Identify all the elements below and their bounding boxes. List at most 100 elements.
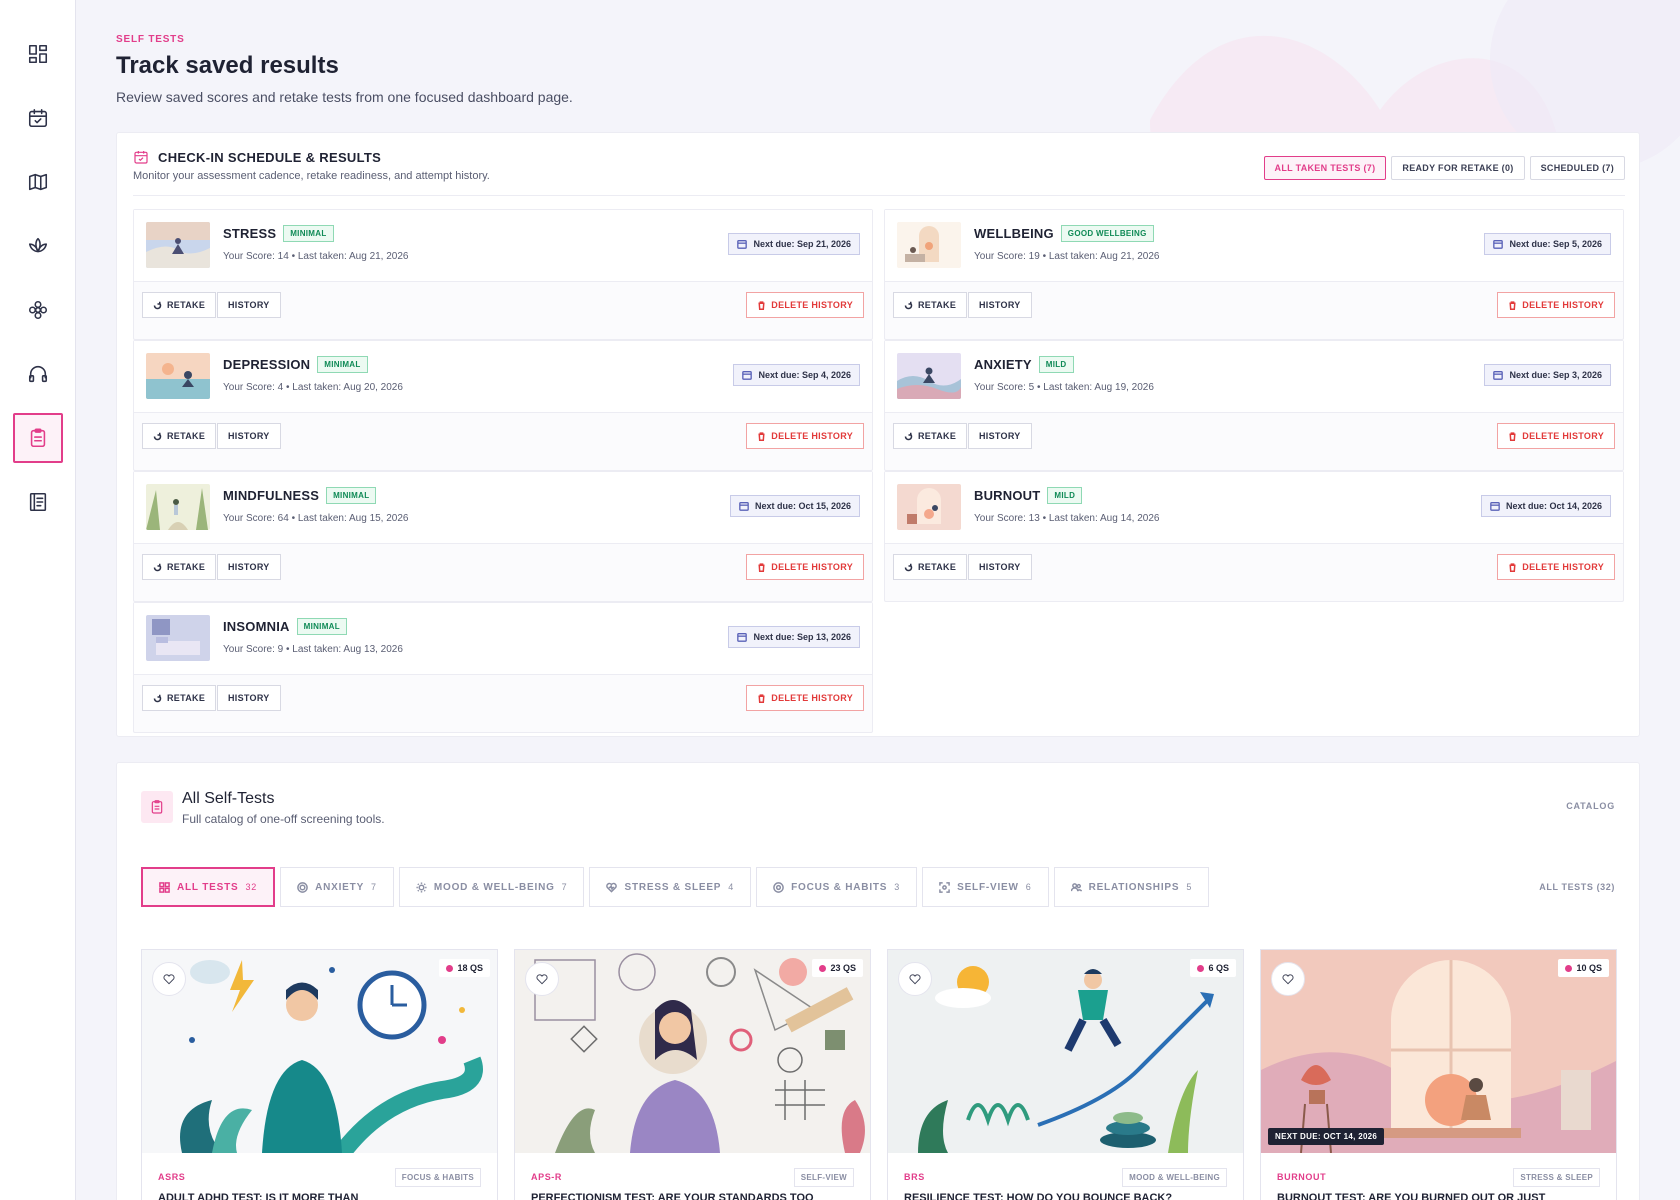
test-tile-asrs[interactable]: 18 QS ASRS FOCUS & HABITS ADULT ADHD TES…: [141, 949, 498, 1200]
nav-journal[interactable]: [13, 477, 63, 527]
headphones-icon: [28, 365, 48, 383]
filter-ready-retake[interactable]: READY FOR RETAKE (0): [1391, 156, 1525, 180]
trash-icon: [758, 300, 765, 310]
tab-count: 4: [728, 882, 735, 892]
tab-count: 6: [1025, 882, 1032, 892]
question-count-text: 23 QS: [830, 963, 856, 973]
calendar-check-icon: [134, 151, 148, 164]
history-label: HISTORY: [228, 693, 270, 703]
delete-history-button[interactable]: DELETE HISTORY: [1497, 554, 1615, 580]
test-title: RESILIENCE TEST: HOW DO YOU BOUNCE BACK?: [904, 1192, 1173, 1200]
filter-all-taken[interactable]: ALL TAKEN TESTS (7): [1263, 156, 1387, 180]
test-meta: Your Score: 5 • Last taken: Aug 19, 2026: [974, 382, 1154, 393]
retake-label: RETAKE: [167, 431, 206, 441]
delete-history-button[interactable]: DELETE HISTORY: [746, 554, 864, 580]
test-abbr: APS-R: [531, 1172, 563, 1182]
next-due-chip: Next due: Sep 4, 2026: [733, 364, 860, 386]
history-button[interactable]: HISTORY: [968, 292, 1032, 318]
history-button[interactable]: HISTORY: [217, 554, 281, 580]
grid-icon: [159, 881, 170, 893]
test-name: INSOMNIA: [223, 619, 290, 634]
map-icon: [28, 173, 48, 191]
stress-thumbnail: [146, 222, 210, 268]
tab-self-view[interactable]: SELF-VIEW 6: [922, 867, 1049, 907]
tab-focus-habits[interactable]: FOCUS & HABITS 3: [756, 867, 918, 907]
delete-label: DELETE HISTORY: [771, 562, 853, 572]
people-icon: [1070, 882, 1082, 892]
retake-button[interactable]: RETAKE: [893, 292, 968, 318]
tab-mood-well-being[interactable]: MOOD & WELL-BEING 7: [398, 867, 585, 907]
clipboard-icon: [30, 428, 46, 448]
test-tile-burnout[interactable]: 10 QS NEXT DUE: OCT 14, 2026 BURNOUT STR…: [1260, 949, 1617, 1200]
delete-label: DELETE HISTORY: [1522, 300, 1604, 310]
refresh-icon: [153, 563, 162, 571]
trash-icon: [758, 431, 765, 441]
history-label: HISTORY: [979, 562, 1021, 572]
nav-map[interactable]: [13, 157, 63, 207]
retake-label: RETAKE: [918, 300, 957, 310]
delete-history-button[interactable]: DELETE HISTORY: [746, 685, 864, 711]
test-abbr: BURNOUT: [1277, 1172, 1327, 1182]
question-count: 23 QS: [812, 959, 863, 977]
main-content: SELF TESTS Track saved results Review sa…: [116, 0, 1640, 1200]
history-button[interactable]: HISTORY: [968, 423, 1032, 449]
history-button[interactable]: HISTORY: [968, 554, 1032, 580]
history-button[interactable]: HISTORY: [217, 423, 281, 449]
retake-button[interactable]: RETAKE: [142, 292, 217, 318]
retake-button[interactable]: RETAKE: [893, 423, 968, 449]
tab-label: RELATIONSHIPS: [1088, 881, 1180, 893]
delete-label: DELETE HISTORY: [1522, 431, 1604, 441]
schedule-filters: ALL TAKEN TESTS (7) READY FOR RETAKE (0)…: [1263, 156, 1625, 180]
delete-history-button[interactable]: DELETE HISTORY: [746, 423, 864, 449]
test-title: BURNOUT TEST: ARE YOU BURNED OUT OR JUST: [1277, 1192, 1546, 1200]
page-title: Track saved results: [116, 52, 339, 79]
tab-all-tests[interactable]: ALL TESTS 32: [141, 867, 276, 907]
test-tile-brs[interactable]: 6 QS BRS MOOD & WELL-BEING RESILIENCE TE…: [887, 949, 1244, 1200]
retake-button[interactable]: RETAKE: [893, 554, 968, 580]
tab-relationships[interactable]: RELATIONSHIPS 5: [1053, 867, 1210, 907]
test-category: SELF-VIEW: [793, 1168, 854, 1187]
next-due-badge: NEXT DUE: OCT 14, 2026: [1268, 1128, 1385, 1145]
history-label: HISTORY: [228, 431, 270, 441]
next-due-chip: Next due: Sep 5, 2026: [1484, 233, 1611, 255]
delete-label: DELETE HISTORY: [1522, 562, 1604, 572]
delete-history-button[interactable]: DELETE HISTORY: [1497, 423, 1615, 449]
burnout-illustration: 10 QS NEXT DUE: OCT 14, 2026: [1261, 950, 1616, 1153]
test-name: WELLBEING: [974, 226, 1054, 241]
tab-stress-sleep[interactable]: STRESS & SLEEP 4: [589, 867, 752, 907]
calendar-icon: [1493, 371, 1504, 380]
history-button[interactable]: HISTORY: [217, 292, 281, 318]
heart-icon: [909, 974, 921, 985]
delete-history-button[interactable]: DELETE HISTORY: [1497, 292, 1615, 318]
next-due-chip: Next due: Sep 3, 2026: [1484, 364, 1611, 386]
tab-count: 32: [245, 882, 258, 892]
retake-label: RETAKE: [167, 693, 206, 703]
nav-dashboard[interactable]: [13, 29, 63, 79]
nav-audio[interactable]: [13, 349, 63, 399]
favorite-button[interactable]: [898, 962, 932, 996]
delete-history-button[interactable]: DELETE HISTORY: [746, 292, 864, 318]
filter-scheduled[interactable]: SCHEDULED (7): [1529, 156, 1625, 180]
tab-label: SELF-VIEW: [957, 881, 1019, 893]
wellbeing-thumbnail: [897, 222, 961, 268]
test-meta: Your Score: 13 • Last taken: Aug 14, 202…: [974, 513, 1160, 524]
retake-label: RETAKE: [167, 562, 206, 572]
test-tile-aps-r[interactable]: 23 QS APS-R SELF-VIEW PERFECTIONISM TEST…: [514, 949, 871, 1200]
test-category: MOOD & WELL-BEING: [1122, 1168, 1227, 1187]
tab-label: ANXIETY: [315, 881, 365, 893]
nav-self-tests[interactable]: [13, 413, 63, 463]
question-count: 10 QS: [1558, 959, 1609, 977]
favorite-button[interactable]: [152, 962, 186, 996]
nav-calendar[interactable]: [13, 93, 63, 143]
nav-meditation[interactable]: [13, 221, 63, 271]
retake-button[interactable]: RETAKE: [142, 685, 217, 711]
retake-button[interactable]: RETAKE: [142, 554, 217, 580]
retake-button[interactable]: RETAKE: [142, 423, 217, 449]
nav-wellness[interactable]: [13, 285, 63, 335]
favorite-button[interactable]: [1271, 962, 1305, 996]
question-count-text: 6 QS: [1208, 963, 1229, 973]
test-meta: Your Score: 4 • Last taken: Aug 20, 2026: [223, 382, 403, 393]
favorite-button[interactable]: [525, 962, 559, 996]
tab-anxiety[interactable]: ANXIETY 7: [280, 867, 394, 907]
history-button[interactable]: HISTORY: [217, 685, 281, 711]
